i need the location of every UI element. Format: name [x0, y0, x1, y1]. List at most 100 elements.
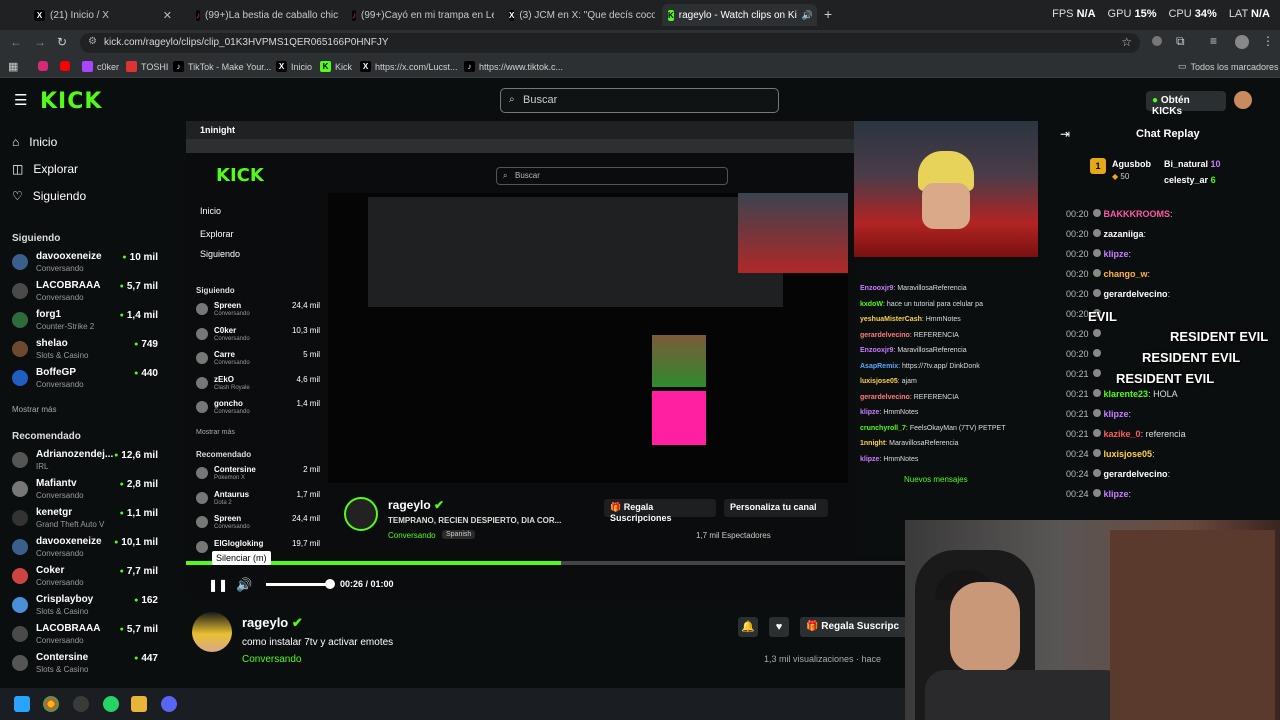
nav-explorar[interactable]: ◫ Explorar — [12, 162, 78, 176]
chat-user[interactable]: klipze — [1104, 409, 1129, 419]
new-tab-button[interactable]: + — [824, 6, 832, 22]
browser-tab-4[interactable]: X (3) JCM en X: "Que decís cocol ✕ — [503, 4, 655, 26]
hamburger-menu-icon[interactable]: ☰ — [14, 91, 27, 109]
forward-icon[interactable]: → — [34, 35, 46, 49]
chat-user[interactable]: chango_w — [1104, 269, 1148, 279]
heart-icon[interactable]: ♥ — [769, 617, 789, 637]
profile-avatar[interactable] — [1235, 35, 1249, 49]
volume-slider[interactable] — [266, 583, 330, 586]
sidebar-channel[interactable]: Contersine Slots & Casino 447 — [12, 652, 162, 680]
channel-viewers: 440 — [134, 368, 158, 379]
sidebar-channel[interactable]: Coker Conversando 7,7 mil — [12, 565, 162, 593]
volume-icon[interactable]: 🔊 — [236, 577, 252, 593]
obs-icon[interactable] — [73, 696, 89, 712]
folder-icon: ▭ — [1178, 61, 1187, 71]
inner-streamer-avatar — [344, 497, 378, 531]
media-icon[interactable]: ≡ — [1210, 34, 1217, 48]
nav-siguiendo[interactable]: ♡ Siguiendo — [12, 189, 86, 203]
browser-tab-3[interactable]: ♪ (99+)Cayó en mi trampa en Le ✕ — [346, 4, 494, 26]
chat-user[interactable]: BAKKKROOMS — [1104, 209, 1171, 219]
browser-tab-1[interactable]: X (21) Inicio / X ✕ — [28, 4, 178, 26]
pause-icon[interactable]: ❚❚ — [208, 578, 228, 592]
menu-icon[interactable]: ⋮ — [1262, 34, 1274, 48]
address-bar-row: ← → ↻ ⚙ kick.com/rageylo/clips/clip_01K3… — [0, 30, 1280, 56]
all-bookmarks[interactable]: ▭ Todos los marcadores — [1178, 61, 1279, 72]
discord-icon[interactable] — [161, 696, 177, 712]
chat-user[interactable]: zazaniiga — [1104, 229, 1144, 239]
sidebar-channel[interactable]: Crisplayboy Slots & Casino 162 — [12, 594, 162, 622]
extensions-icon[interactable]: ⧉ — [1176, 34, 1185, 49]
inner-cam — [738, 193, 848, 273]
sidebar-channel[interactable]: Mafiantv Conversando 2,8 mil — [12, 478, 162, 506]
browser-tab-2[interactable]: ♪ (99+)La bestia de caballo chico ✕ — [190, 4, 338, 26]
site-info-icon[interactable]: ⚙ — [88, 36, 97, 47]
bookmark-tiktok[interactable]: ♪ TikTok - Make Your... — [173, 61, 271, 72]
sidebar-channel[interactable]: davooxeneize Conversando 10,1 mil — [12, 536, 162, 564]
bookmark-kick[interactable]: K Kick — [320, 61, 352, 72]
bookmark-star-icon[interactable]: ☆ — [1121, 35, 1132, 49]
top-gifter-name[interactable]: Agusbob — [1112, 159, 1151, 169]
chat-time: 00:24 — [1066, 489, 1089, 499]
gifter-2[interactable]: Bi_natural 10 — [1164, 159, 1221, 169]
chat-user[interactable]: luxisjose05 — [1104, 449, 1153, 459]
bell-icon[interactable]: 🔔 — [738, 617, 758, 637]
gift-subs-button[interactable]: 🎁 Regala Suscripc — [800, 617, 910, 637]
chat-user[interactable]: klipze — [1104, 489, 1129, 499]
windows-start-icon[interactable] — [14, 696, 30, 712]
sidebar-channel[interactable]: Adrianozendej... IRL 12,6 mil — [12, 449, 162, 477]
chat-user[interactable]: gerardelvecino — [1104, 289, 1168, 299]
close-icon[interactable]: ✕ — [163, 9, 172, 22]
search-input[interactable]: ⌕ Buscar — [500, 88, 779, 113]
speaker-icon[interactable]: 🔊 — [802, 10, 813, 21]
sidebar-channel[interactable]: BoffeGP Conversando 440 — [12, 367, 162, 395]
bookmark-c0ker[interactable]: c0ker — [82, 61, 119, 72]
show-more-link[interactable]: Mostrar más — [12, 405, 56, 414]
sidebar-channel[interactable]: kenetgr Grand Theft Auto V 1,1 mil — [12, 507, 162, 535]
nav-inicio[interactable]: ⌂ Inicio — [12, 135, 57, 149]
chat-message: 00:21 klarente23: HOLA — [1066, 389, 1178, 399]
clip-category[interactable]: Conversando — [242, 654, 301, 665]
volume-knob[interactable] — [325, 579, 335, 589]
user-avatar[interactable] — [1234, 91, 1252, 109]
get-kicks-button[interactable]: ● Obtén KICKs — [1146, 91, 1226, 117]
gifter-3[interactable]: celesty_ar 6 — [1164, 175, 1216, 185]
chat-user[interactable]: kazike_0 — [1104, 429, 1141, 439]
sidebar-channel[interactable]: davooxeneize Conversando 10 mil — [12, 251, 162, 279]
sidebar-channel[interactable]: LACOBRAAA Conversando 5,7 mil — [12, 623, 162, 651]
inner-channel: Contersine Pokemon X 2 mil — [196, 465, 320, 487]
bookmark-x[interactable]: Xhttps://x.com/Lucst... — [360, 61, 458, 72]
streamer-name[interactable]: rageylo ✔ — [242, 615, 303, 631]
instagram-icon[interactable] — [38, 61, 48, 71]
inner-streamer-text: rageylo — [388, 498, 431, 512]
url-field[interactable]: ⚙ kick.com/rageylo/clips/clip_01K3HVPMS1… — [80, 33, 1140, 53]
browser-tab-bar: X (21) Inicio / X ✕ ♪ (99+)La bestia de … — [0, 0, 1280, 30]
collapse-chat-icon[interactable]: ⇥ — [1060, 127, 1070, 141]
extension-icon[interactable] — [1152, 36, 1162, 46]
inner-chat-message: crunchyroll_7: FeelsOkayMan (7TV) PETPET — [860, 424, 1006, 432]
chat-user[interactable]: klarente23 — [1104, 389, 1149, 399]
folder-icon[interactable] — [131, 696, 147, 712]
tiktok-icon: ♪ — [196, 9, 200, 21]
bookmark-label: Kick — [335, 61, 353, 72]
chat-user[interactable]: gerardelvecino — [1104, 469, 1168, 479]
sidebar-channel[interactable]: shelao Slots & Casino 749 — [12, 338, 162, 366]
back-icon[interactable]: ← — [10, 35, 22, 49]
chat-message: 00:20 BAKKKROOMS: — [1066, 209, 1173, 219]
reload-icon[interactable]: ↻ — [57, 35, 67, 49]
channel-viewers: 1,1 mil — [120, 508, 158, 519]
apps-grid-icon[interactable]: ▦ — [8, 60, 18, 73]
chat-user[interactable]: klipze — [1104, 249, 1129, 259]
whatsapp-icon[interactable] — [103, 696, 119, 712]
chrome-icon[interactable] — [43, 696, 59, 712]
kick-logo[interactable]: KICK — [40, 89, 102, 114]
streamer-avatar[interactable] — [192, 612, 232, 652]
sidebar-channel[interactable]: LACOBRAAA Conversando 5,7 mil — [12, 280, 162, 308]
inner-chat-message: AsapRemix: https://7tv.app/ DinkDonk — [860, 362, 980, 370]
channel-viewers: 447 — [134, 653, 158, 664]
youtube-icon[interactable] — [60, 61, 70, 71]
bookmark-inicio[interactable]: X Inicio — [276, 61, 312, 72]
bookmark-tiktok-2[interactable]: ♪ https://www.tiktok.c... — [464, 61, 563, 72]
bookmark-toshi[interactable]: TOSHI — [126, 61, 168, 72]
sidebar-channel[interactable]: forg1 Counter-Strike 2 1,4 mil — [12, 309, 162, 337]
browser-tab-active[interactable]: K rageylo - Watch clips on Ki 🔊 ✕ — [662, 4, 817, 26]
